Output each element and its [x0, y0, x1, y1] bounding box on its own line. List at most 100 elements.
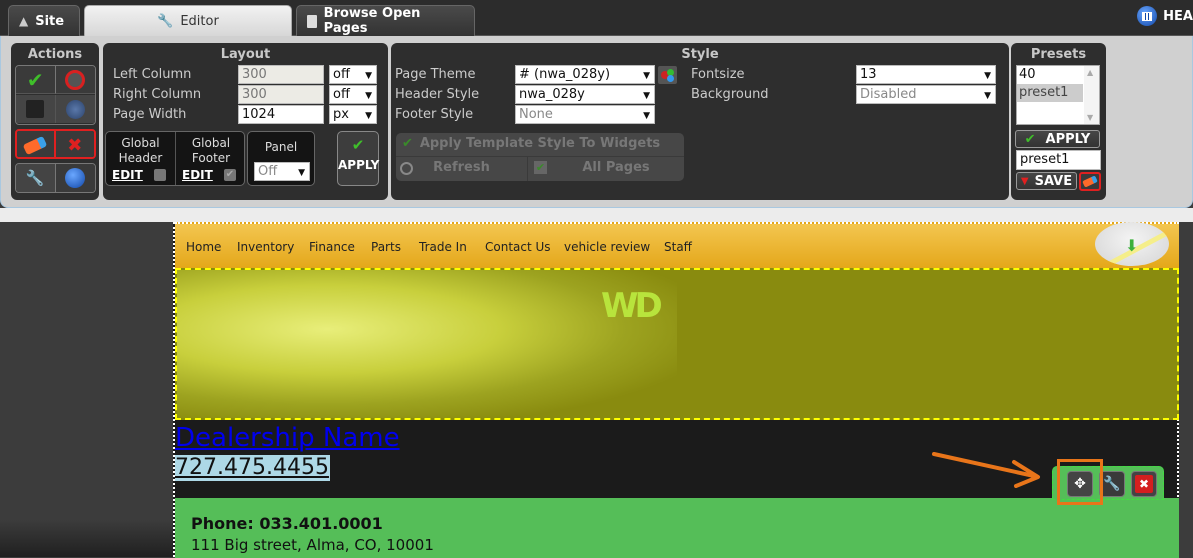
layout-apply-label: APPLY — [338, 158, 380, 172]
left-gutter — [0, 520, 173, 557]
checkmark-icon: ✔ — [1024, 131, 1036, 147]
checkbox-icon: ✔ — [534, 161, 547, 174]
fontsize-select[interactable]: 13 — [856, 65, 996, 84]
refresh-button[interactable]: Refresh — [396, 157, 528, 181]
global-footer-checkbox[interactable]: ✔ — [224, 169, 236, 181]
cancel-button[interactable] — [55, 66, 95, 94]
close-icon: ✖ — [67, 134, 83, 156]
global-header-checkbox[interactable] — [154, 169, 166, 181]
nav-trade-in[interactable]: Trade In — [419, 240, 467, 254]
header-style-select[interactable]: nwa_028y — [515, 85, 655, 104]
map-pin-icon: ⬇ — [1125, 236, 1139, 255]
header-button[interactable]: HEA — [1137, 6, 1193, 26]
global-footer-cell: Global Footer EDIT ✔ — [176, 132, 246, 185]
right-column-input[interactable]: 300 — [238, 85, 324, 104]
delete-widget-button[interactable]: ✖ — [1131, 471, 1157, 497]
left-column-label: Left Column — [113, 67, 192, 82]
nav-vehicle-review[interactable]: vehicle review — [564, 240, 650, 254]
highlight-box — [1057, 459, 1103, 505]
apply-template-style-button[interactable]: ✔ Apply Template Style To Widgets — [396, 133, 684, 157]
tab-browse-open-pages[interactable]: Browse Open Pages — [296, 5, 475, 36]
preset-erase-button[interactable] — [1079, 172, 1101, 191]
tab-label: Editor — [180, 14, 219, 29]
global-header-edit-link[interactable]: EDIT — [112, 168, 143, 183]
user-icon — [65, 168, 86, 188]
global-header-footer-box: Global Header EDIT Global Footer EDIT ✔ — [105, 131, 245, 186]
all-pages-label: All Pages — [582, 160, 650, 175]
footer-address: 111 Big street, Alma, CO, 10001 — [191, 536, 434, 554]
globe-button[interactable] — [55, 95, 95, 123]
left-column-input[interactable]: 300 — [238, 65, 324, 84]
nav-home[interactable]: Home — [186, 240, 221, 254]
preset-apply-label: APPLY — [1045, 131, 1091, 147]
preset-save-label: SAVE — [1034, 173, 1073, 189]
actions-group-1: ✔ — [15, 65, 96, 125]
layout-panel: Layout Left Column 300 off Right Column … — [103, 43, 388, 200]
tools-button[interactable]: 🔧 — [16, 164, 56, 192]
actions-group-2: ✖ — [15, 129, 96, 159]
nav-staff[interactable]: Staff — [664, 240, 692, 254]
preset-apply-button[interactable]: ✔ APPLY — [1015, 130, 1100, 148]
tab-label: Browse Open Pages — [323, 6, 421, 36]
toolbar-gap — [0, 208, 1193, 222]
presets-list[interactable]: 40 preset1 ▲ ▼ — [1016, 65, 1100, 125]
style-title: Style — [681, 47, 719, 62]
all-pages-toggle[interactable]: ✔ All Pages — [528, 157, 684, 181]
page-width-label: Page Width — [113, 107, 187, 122]
header-button-label: HEA — [1163, 8, 1193, 24]
nav-contact-us[interactable]: Contact Us — [485, 240, 551, 254]
preset-name-input[interactable]: preset1 — [1016, 150, 1101, 170]
nav-parts[interactable]: Parts — [371, 240, 401, 254]
globe-icon — [65, 99, 85, 119]
triangle-down-icon: ▼ — [1020, 175, 1029, 187]
nav-inventory[interactable]: Inventory — [237, 240, 294, 254]
global-footer-edit-link[interactable]: EDIT — [182, 168, 213, 183]
presets-scrollbar[interactable]: ▲ ▼ — [1084, 66, 1099, 124]
confirm-button[interactable]: ✔ — [16, 66, 56, 94]
profile-button[interactable] — [55, 164, 95, 192]
checkmark-icon: ✔ — [351, 136, 365, 154]
close-icon: ✖ — [1135, 475, 1153, 493]
map-thumbnail[interactable]: ⬇ — [1095, 222, 1169, 266]
layout-apply-button[interactable]: ✔ APPLY — [337, 131, 379, 186]
panel-box: Panel Off — [247, 131, 315, 186]
left-column-unit-select[interactable]: off — [329, 65, 377, 84]
contact-widget: Phone: 033.401.0001 111 Big street, Alma… — [175, 498, 1179, 558]
save-button[interactable] — [16, 95, 56, 123]
global-header-label-2: Header — [118, 151, 163, 165]
background-select[interactable]: Disabled — [856, 85, 996, 104]
wrench-icon: 🔧 — [157, 14, 174, 29]
panel-select[interactable]: Off — [254, 162, 310, 181]
actions-title: Actions — [27, 47, 83, 62]
erase-button[interactable] — [17, 131, 56, 157]
site-logo: WD — [601, 286, 663, 326]
home-icon: ▲ — [19, 14, 29, 28]
right-column-unit-select[interactable]: off — [329, 85, 377, 104]
grid-icon — [1137, 6, 1158, 26]
eraser-icon — [1082, 175, 1098, 188]
right-column-label: Right Column — [113, 87, 202, 102]
nav-finance[interactable]: Finance — [309, 240, 355, 254]
wrench-icon: 🔧 — [1103, 476, 1121, 492]
dealership-phone-link[interactable]: 727.475.4455 — [175, 455, 330, 481]
footer-style-select[interactable]: None — [515, 105, 655, 124]
wrench-icon: 🔧 — [25, 169, 45, 187]
page-theme-select[interactable]: # (nwa_028y) — [515, 65, 655, 84]
theme-palette-icon[interactable] — [658, 66, 677, 84]
actions-panel: Actions ✔ ✖ 🔧 — [11, 43, 99, 200]
tab-site[interactable]: ▲ Site — [8, 5, 80, 36]
page-width-unit-select[interactable]: px — [329, 105, 377, 124]
tab-editor[interactable]: 🔧 Editor — [84, 5, 292, 37]
right-gutter — [1181, 222, 1193, 557]
template-actions: ✔ Apply Template Style To Widgets Refres… — [396, 133, 684, 181]
preset-save-button[interactable]: ▼ SAVE — [1016, 172, 1077, 190]
global-footer-label-2: Footer — [191, 151, 231, 165]
footer-style-label: Footer Style — [395, 107, 474, 122]
footer-phone: Phone: 033.401.0001 — [191, 514, 383, 533]
page-width-input[interactable]: 1024 — [238, 105, 324, 124]
preset-item[interactable]: preset1 — [1017, 84, 1083, 102]
global-footer-label-1: Global — [191, 136, 231, 150]
presets-title: Presets — [1030, 47, 1087, 62]
dealership-name-link[interactable]: Dealership Name — [175, 424, 400, 452]
delete-button[interactable]: ✖ — [55, 131, 94, 157]
